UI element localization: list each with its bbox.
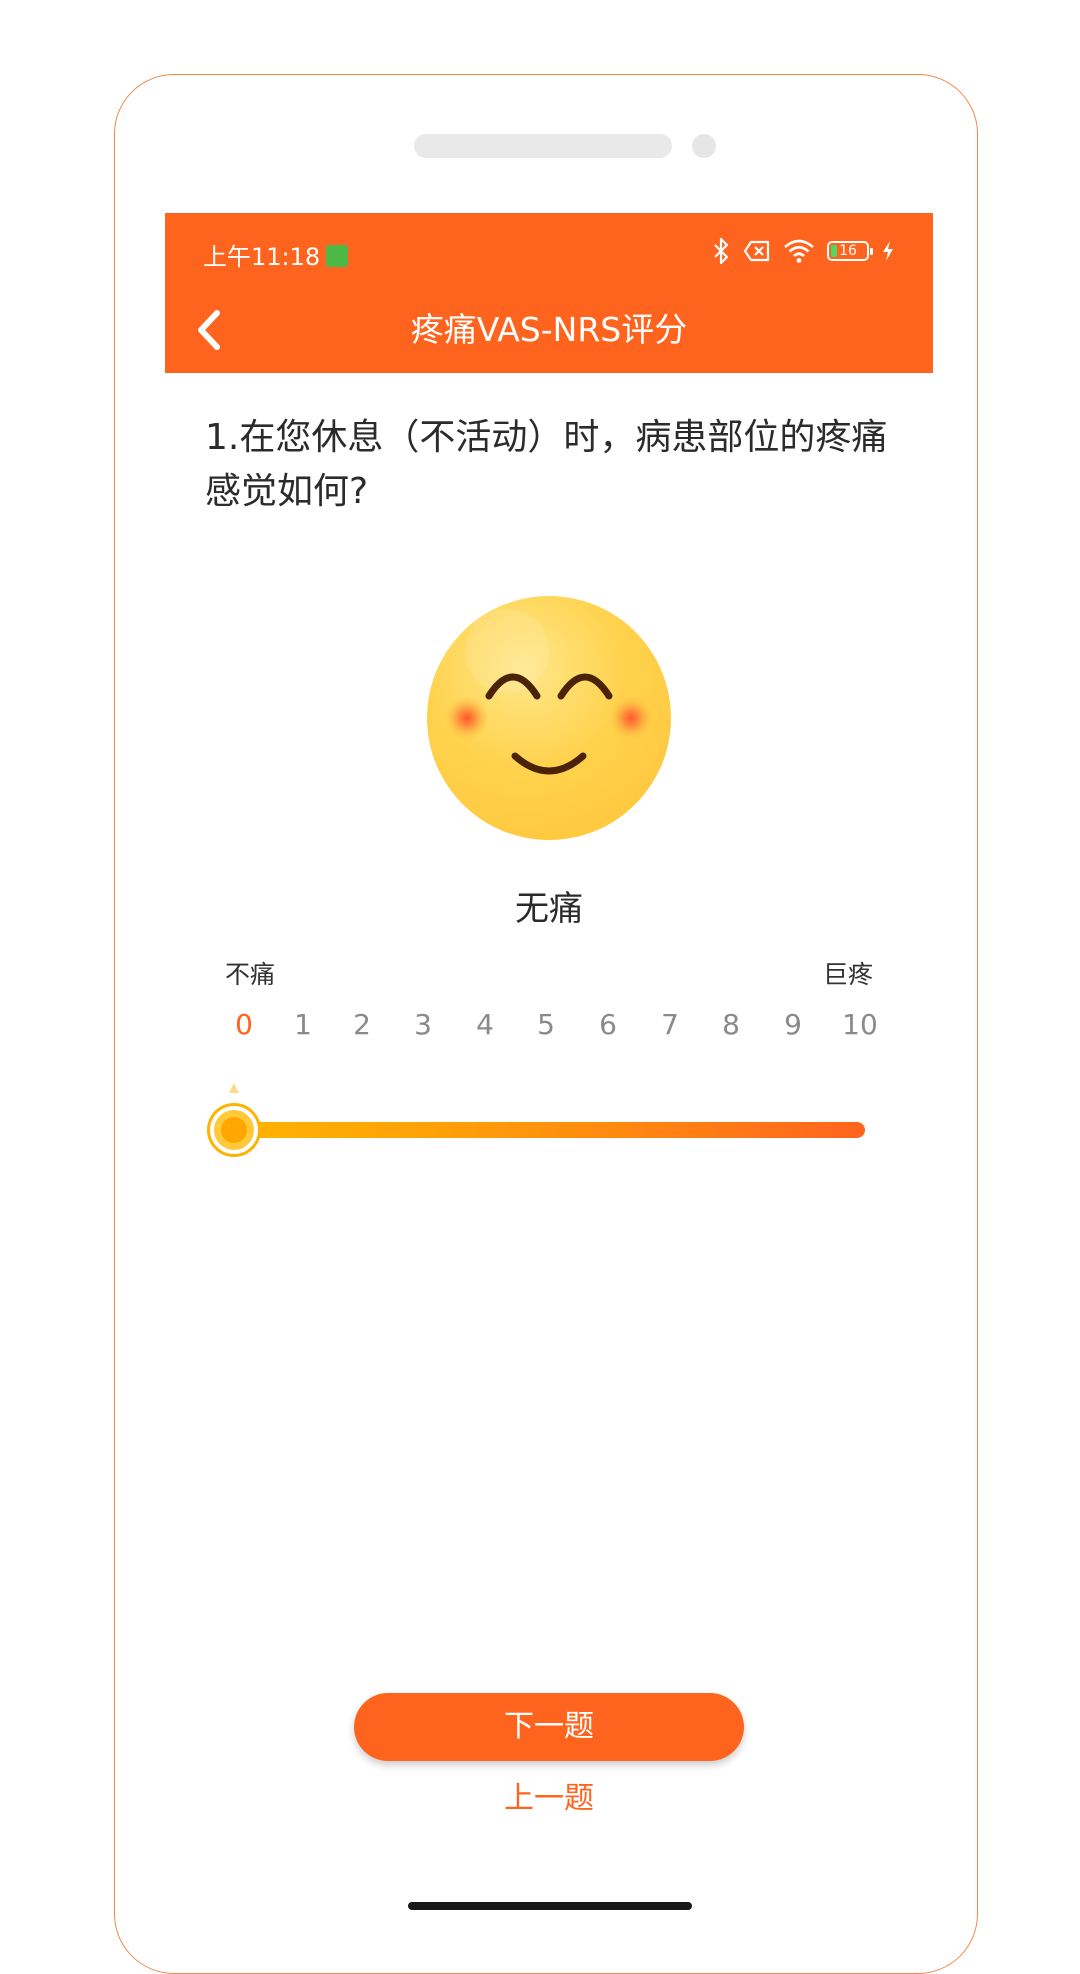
- scale-number-6[interactable]: 6: [599, 1008, 617, 1041]
- scale-number-1[interactable]: 1: [294, 1008, 312, 1041]
- scale-number-4[interactable]: 4: [476, 1008, 494, 1041]
- android-notification-icon: [326, 245, 349, 267]
- pain-slider-thumb[interactable]: [210, 1106, 258, 1154]
- pain-level-label: 无痛: [515, 889, 583, 929]
- scale-number-10[interactable]: 10: [842, 1008, 878, 1041]
- app-bar: 上午11:18 16 疼痛VAS-NRS评分: [165, 213, 933, 373]
- home-indicator[interactable]: [408, 1902, 692, 1910]
- status-bar-time: 上午11:18: [203, 237, 349, 272]
- page-title: 疼痛VAS-NRS评分: [410, 310, 688, 349]
- wifi-icon: [784, 239, 814, 263]
- device-speaker: [414, 134, 672, 158]
- app-screen: 上午11:18 16 疼痛VAS-NRS评分 1.在您休息（不活动）时，病患部位…: [165, 213, 933, 1920]
- scale-number-0[interactable]: 0: [235, 1008, 253, 1041]
- pain-slider-track[interactable]: [235, 1122, 865, 1138]
- scale-min-label: 不痛: [225, 960, 276, 989]
- battery-level: 16: [839, 243, 857, 259]
- no-sim-icon: [743, 240, 770, 262]
- status-time-text: 上午11:18: [203, 243, 321, 271]
- charging-icon: [883, 241, 893, 261]
- slider-caret-icon: [229, 1083, 239, 1093]
- scale-number-3[interactable]: 3: [414, 1008, 432, 1041]
- scale-number-8[interactable]: 8: [722, 1008, 740, 1041]
- previous-question-button[interactable]: 上一题: [354, 1769, 744, 1829]
- status-bar-icons: 16: [711, 235, 895, 267]
- device-camera: [692, 134, 716, 158]
- question-text: 1.在您休息（不活动）时，病患部位的疼痛感觉如何?: [205, 417, 888, 512]
- next-question-button[interactable]: 下一题: [354, 1693, 744, 1761]
- smiling-face-icon: [427, 596, 671, 840]
- scale-number-9[interactable]: 9: [784, 1008, 802, 1041]
- scale-max-label: 巨疼: [822, 960, 873, 989]
- scale-number-2[interactable]: 2: [353, 1008, 371, 1041]
- scale-number-7[interactable]: 7: [661, 1008, 679, 1041]
- scale-number-5[interactable]: 5: [537, 1008, 555, 1041]
- battery-icon: 16: [827, 241, 873, 261]
- bluetooth-icon: [714, 237, 729, 265]
